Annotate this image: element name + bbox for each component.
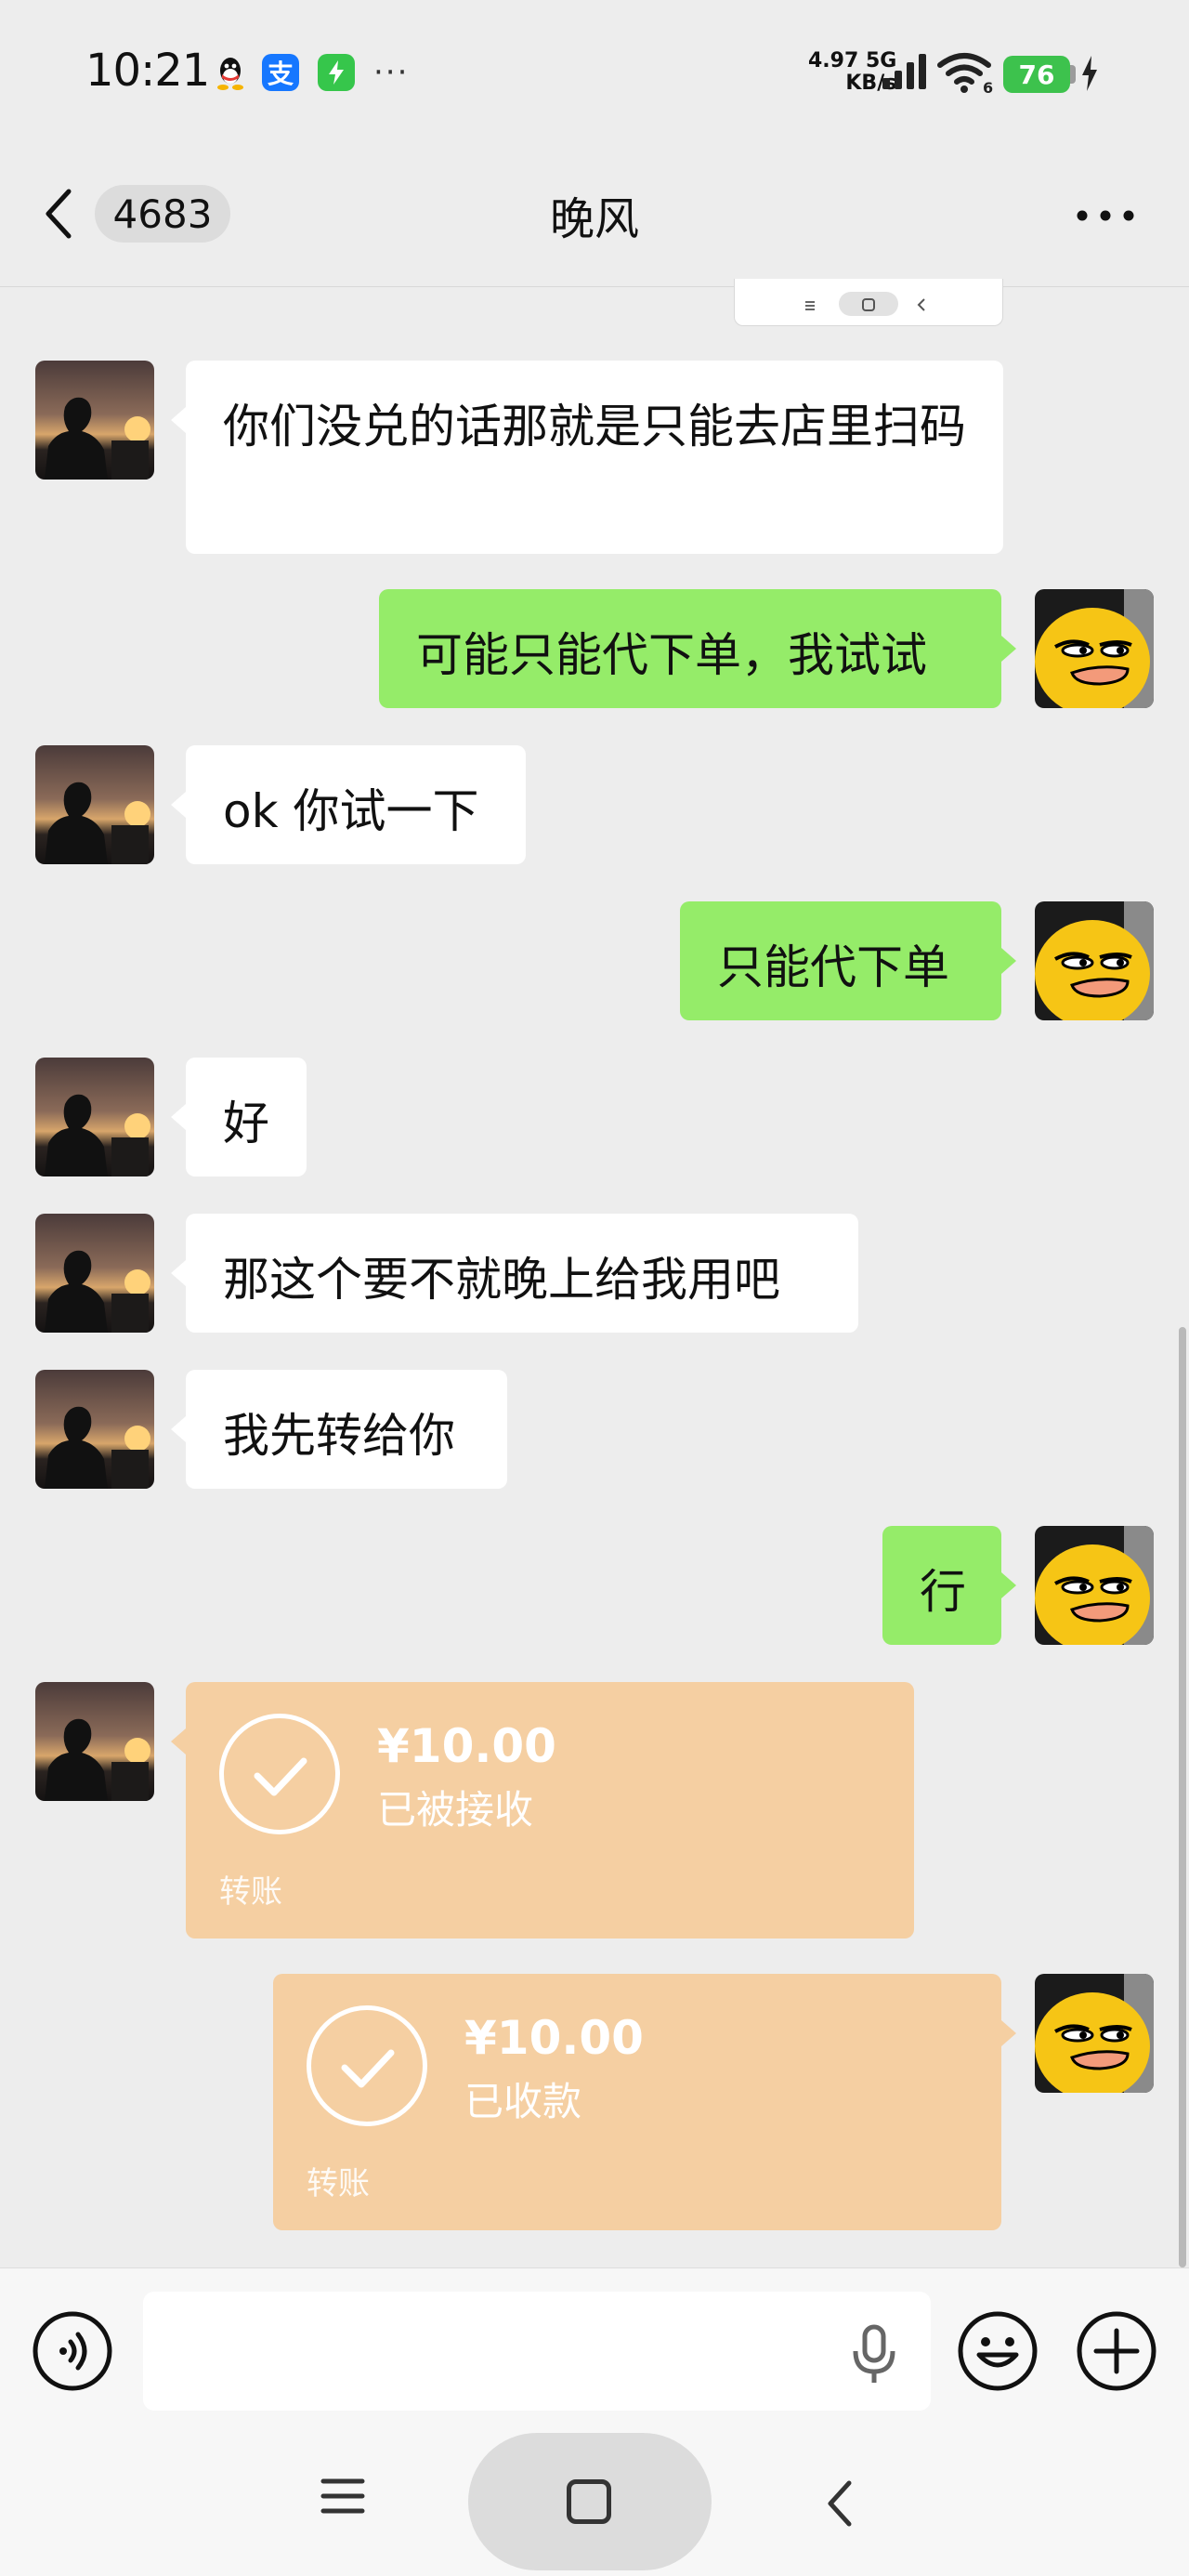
qq-icon: [212, 54, 249, 91]
bubble-tail: [1001, 1572, 1016, 1598]
image-message-partial[interactable]: [734, 279, 1003, 326]
message-bubble-out[interactable]: 只能代下单: [680, 901, 1001, 1020]
bubble-tail: [171, 407, 186, 433]
bubble-tail: [171, 1104, 186, 1130]
friend-avatar[interactable]: [35, 1370, 154, 1489]
message-bubble-in[interactable]: 我先转给你: [186, 1370, 507, 1489]
wifi-icon: 6: [936, 52, 996, 99]
transfer-card-received[interactable]: ¥10.00 已被接收 转账: [186, 1682, 914, 1939]
message-bubble-in[interactable]: 你们没兑的话那就是只能去店里扫码: [186, 361, 1003, 554]
self-avatar[interactable]: [1035, 589, 1154, 708]
friend-avatar[interactable]: [35, 1058, 154, 1176]
battery-tip: [1070, 65, 1076, 84]
bubble-tail: [171, 1260, 186, 1286]
status-time: 10:21: [85, 45, 210, 97]
chat-scrollbar[interactable]: [1179, 1327, 1186, 2267]
friend-avatar[interactable]: [35, 1682, 154, 1801]
alipay-icon: 支: [262, 54, 299, 91]
battery-level: 76: [1003, 56, 1070, 93]
friend-avatar[interactable]: [35, 745, 154, 864]
network-speed-value: 4.97: [808, 49, 859, 72]
transfer-status: 已收款: [464, 2079, 582, 2124]
bubble-tail: [171, 1416, 186, 1442]
message-bubble-in[interactable]: ok 你试一下: [186, 745, 526, 864]
recent-apps-button[interactable]: [318, 2474, 368, 2522]
chat-title: 晚风: [549, 193, 639, 245]
friend-avatar[interactable]: [35, 361, 154, 480]
bubble-tail: [171, 1728, 186, 1755]
self-avatar[interactable]: [1035, 901, 1154, 1020]
transfer-label: 转账: [219, 1873, 282, 1911]
message-bubble-out[interactable]: 行: [882, 1526, 1001, 1645]
transfer-status: 已被接收: [377, 1787, 534, 1833]
bolt-app-icon: [318, 54, 355, 91]
bubble-tail: [1001, 636, 1016, 662]
more-options-icon[interactable]: [1076, 208, 1135, 226]
more-notifications-icon: ···: [373, 54, 410, 91]
plus-button[interactable]: [1076, 2310, 1157, 2396]
charging-icon: [1079, 54, 1100, 97]
check-circle-icon: [307, 2005, 427, 2126]
transfer-label: 转账: [307, 2165, 370, 2202]
bubble-tail: [171, 792, 186, 818]
mic-icon[interactable]: [851, 2323, 897, 2388]
wifi-badge: 6: [983, 79, 993, 95]
friend-avatar[interactable]: [35, 1214, 154, 1333]
transfer-amount: ¥10.00: [464, 2011, 644, 2065]
voice-input-button[interactable]: [32, 2310, 113, 2396]
self-avatar[interactable]: [1035, 1974, 1154, 2093]
message-bubble-in[interactable]: 好: [186, 1058, 307, 1176]
message-bubble-in[interactable]: 那这个要不就晚上给我用吧: [186, 1214, 858, 1333]
home-button[interactable]: [567, 2479, 611, 2524]
emoji-button[interactable]: [957, 2310, 1039, 2396]
bubble-tail: [1001, 948, 1016, 974]
transfer-card-collected[interactable]: ¥10.00 已收款 转账: [273, 1974, 1001, 2230]
check-circle-icon: [219, 1714, 340, 1834]
system-back-button[interactable]: [821, 2477, 858, 2533]
bubble-tail: [1001, 2020, 1016, 2046]
message-input[interactable]: [143, 2292, 931, 2411]
self-avatar[interactable]: [1035, 1526, 1154, 1645]
message-bubble-out[interactable]: 可能只能代下单，我试试: [379, 589, 1001, 708]
header-divider: [0, 286, 1189, 287]
signal-icon: [881, 52, 929, 95]
transfer-amount: ¥10.00: [377, 1719, 556, 1773]
